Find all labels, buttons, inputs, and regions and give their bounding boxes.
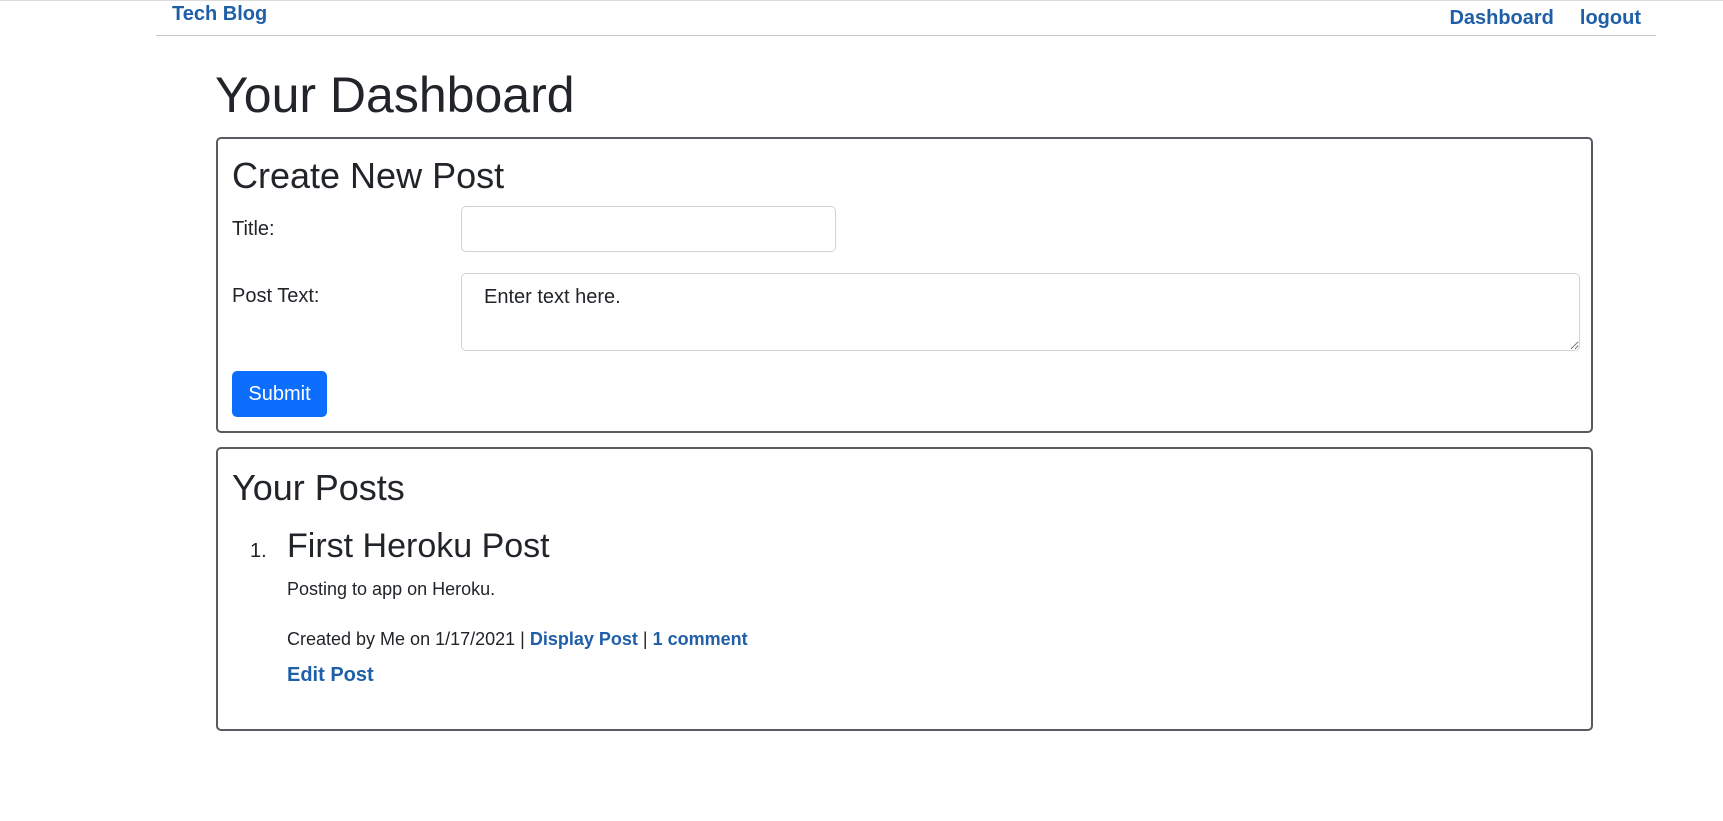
post-text-label: Post Text: xyxy=(232,285,320,307)
brand-link[interactable]: Tech Blog xyxy=(172,3,267,26)
meta-separator: | xyxy=(637,629,653,649)
create-post-card: Create New Post Title: Post Text: Submit xyxy=(216,137,1593,433)
nav-dashboard-link[interactable]: Dashboard xyxy=(1449,7,1553,30)
post-meta: Created by Me on 1/17/2021 | Display Pos… xyxy=(287,629,748,650)
page-title: Your Dashboard xyxy=(215,67,575,123)
your-posts-card: Your Posts 1. First Heroku Post Posting … xyxy=(216,447,1593,731)
nav-links: Dashboard logout xyxy=(1449,7,1641,30)
post-body: Posting to app on Heroku. xyxy=(287,579,496,599)
comments-link[interactable]: 1 comment xyxy=(653,629,748,649)
edit-post-link[interactable]: Edit Post xyxy=(287,664,374,687)
submit-button[interactable]: Submit xyxy=(232,371,327,417)
title-label: Title: xyxy=(232,218,275,240)
post-created-info: Created by Me on 1/17/2021 | xyxy=(287,629,530,649)
nav-logout-link[interactable]: logout xyxy=(1580,7,1641,30)
post-text-input[interactable] xyxy=(461,273,1580,351)
your-posts-heading: Your Posts xyxy=(232,467,405,508)
title-input[interactable] xyxy=(461,206,836,252)
post-number: 1. xyxy=(250,540,267,562)
navbar: Tech Blog Dashboard logout xyxy=(156,0,1656,36)
create-post-heading: Create New Post xyxy=(232,155,505,196)
display-post-link[interactable]: Display Post xyxy=(530,629,638,649)
post-title: First Heroku Post xyxy=(287,527,550,565)
